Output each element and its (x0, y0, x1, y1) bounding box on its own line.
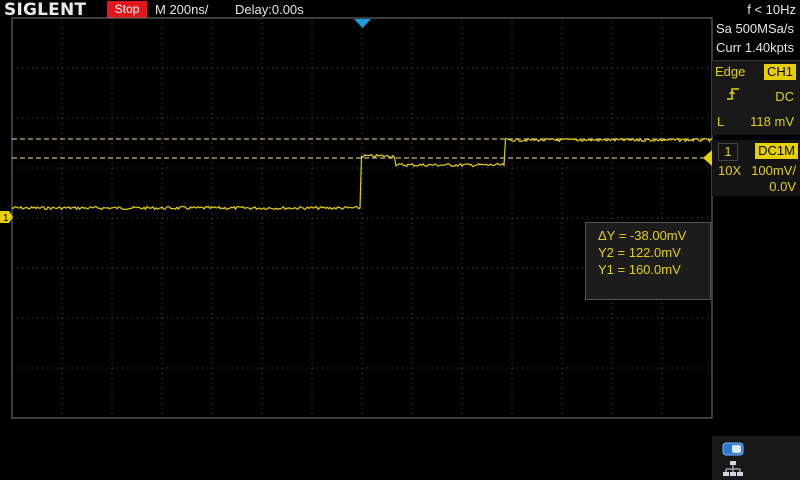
toggle-icon[interactable] (722, 442, 744, 456)
system-icons-area (712, 436, 800, 480)
cursor-y1: Y1 = 160.0mV (598, 262, 681, 277)
channel1-offset-marker[interactable]: 1 (0, 211, 13, 224)
cursor-readout: ΔY = -38.00mV Y2 = 122.0mV Y1 = 160.0mV (585, 222, 711, 300)
channel-number: 1 (718, 143, 738, 161)
trigger-position-arrow-icon[interactable] (354, 19, 371, 28)
trigger-level-arrow-icon[interactable] (703, 150, 712, 166)
cursor-y2: Y2 = 122.0mV (598, 245, 681, 260)
channel1-panel[interactable]: 1 DC1M 10X 100mV/ 0.0V (712, 140, 800, 196)
trigger-source[interactable]: CH1 (763, 64, 796, 80)
trigger-panel[interactable]: Edge CH1 DC L 118 mV (712, 60, 800, 135)
probe-attenuation: 10X (718, 163, 742, 178)
vertical-scale: 100mV/ (751, 163, 796, 178)
trigger-type: Edge (715, 64, 746, 79)
trigger-level-value: 118 mV (750, 114, 794, 129)
cursor-delta: ΔY = -38.00mV (598, 228, 687, 243)
network-icon[interactable] (722, 460, 744, 478)
rising-edge-icon (726, 87, 740, 104)
channel-coupling[interactable]: DC1M (755, 143, 798, 159)
channel-marker-label: 1 (3, 213, 9, 224)
trigger-coupling: DC (775, 89, 794, 104)
trigger-level-label: L (717, 114, 725, 129)
vertical-offset: 0.0V (769, 179, 796, 194)
graticule (11, 17, 713, 419)
